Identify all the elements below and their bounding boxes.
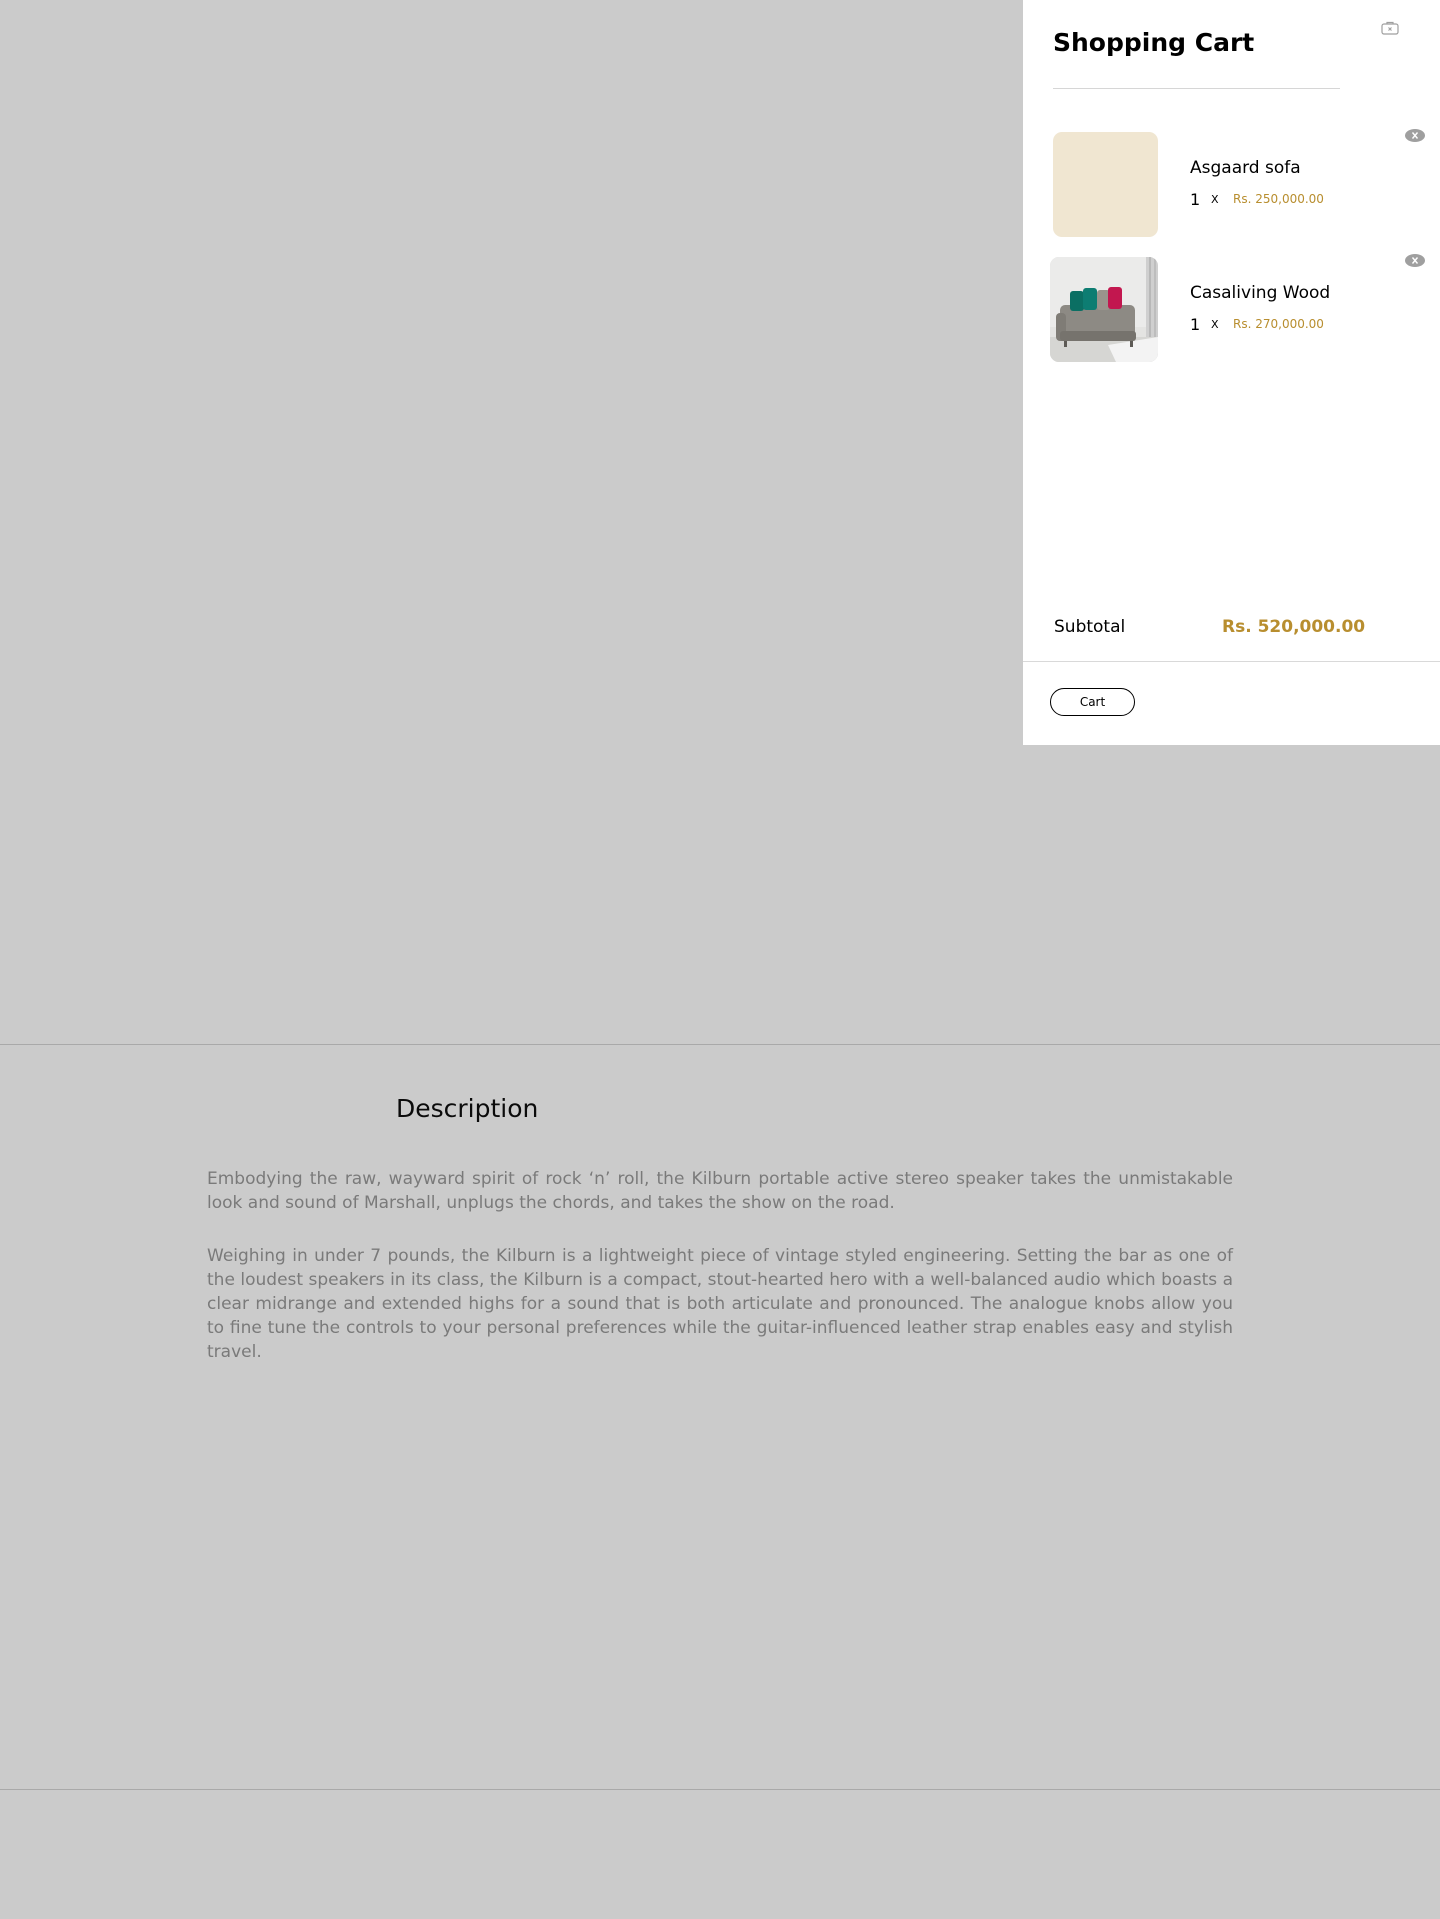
remove-item-icon[interactable] (1405, 129, 1425, 142)
page-overlay[interactable]: Description Embodying the raw, wayward s… (0, 0, 1440, 1919)
product-price: Rs. 250,000.00 (1233, 192, 1324, 206)
cart-item: Casaliving Wood 1 X Rs. 270,000.00 (1050, 254, 1425, 363)
view-cart-button[interactable]: Cart (1050, 688, 1135, 716)
quantity-multiplier: X (1211, 193, 1219, 206)
description-tab[interactable]: Description (396, 1094, 538, 1123)
bag-close-icon[interactable] (1381, 20, 1399, 35)
subtotal-label: Subtotal (1054, 617, 1126, 637)
shopping-cart-panel: Shopping Cart Asgaard sofa 1 X Rs. 250,0… (1023, 0, 1440, 745)
quantity-multiplier: X (1211, 318, 1219, 331)
cart-item: Asgaard sofa 1 X Rs. 250,000.00 (1050, 129, 1425, 238)
remove-item-icon[interactable] (1405, 254, 1425, 267)
product-image[interactable] (1050, 257, 1158, 362)
product-name[interactable]: Asgaard sofa (1190, 158, 1301, 178)
description-paragraph: Embodying the raw, wayward spirit of roc… (207, 1169, 1233, 1213)
product-name[interactable]: Casaliving Wood (1190, 283, 1330, 303)
title-divider (1053, 88, 1340, 89)
description-paragraph: Weighing in under 7 pounds, the Kilburn … (207, 1246, 1233, 1362)
product-image[interactable] (1053, 132, 1158, 237)
product-quantity: 1 (1190, 190, 1201, 209)
section-divider (0, 1789, 1440, 1790)
subtotal-value: Rs. 520,000.00 (1222, 617, 1366, 637)
product-quantity: 1 (1190, 315, 1201, 334)
footer-divider (1023, 661, 1440, 662)
product-price: Rs. 270,000.00 (1233, 317, 1324, 331)
cart-title: Shopping Cart (1053, 28, 1255, 57)
section-divider (0, 1044, 1440, 1045)
